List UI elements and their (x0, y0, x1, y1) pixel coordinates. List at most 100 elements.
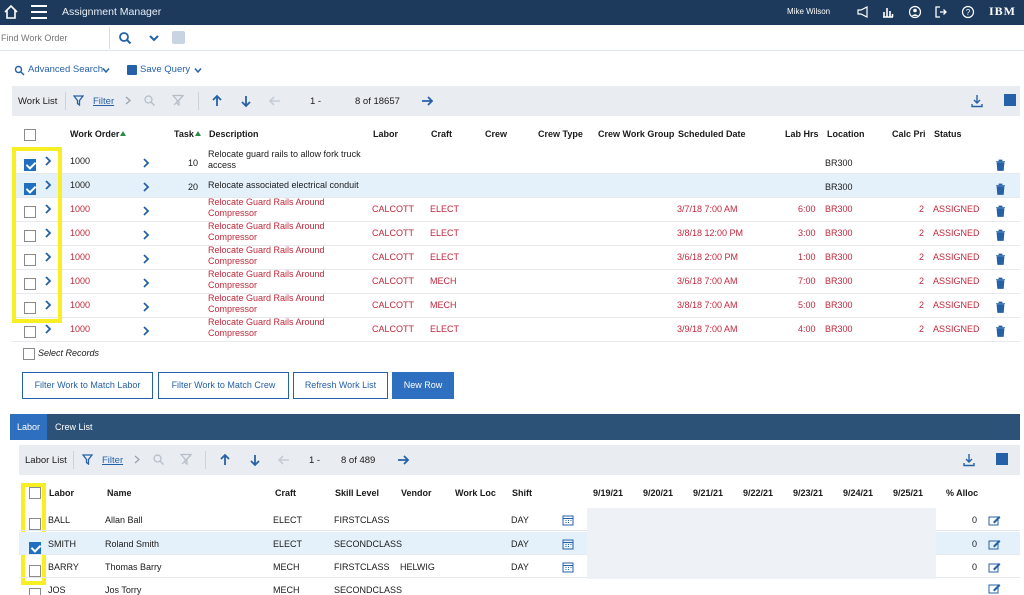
col-description[interactable]: Description (209, 129, 259, 139)
select-all-labor-checkbox[interactable] (29, 487, 41, 499)
col-location[interactable]: Location (827, 129, 865, 139)
edit-icon[interactable] (988, 561, 1001, 573)
table-row[interactable]: SMITH Roland Smith ELECT SECONDCLASS DAY 0 (19, 532, 1020, 556)
col-shift[interactable]: Shift (512, 488, 532, 498)
chevron-right-icon[interactable] (44, 324, 52, 334)
trash-icon[interactable] (995, 183, 1006, 195)
table-row[interactable]: BALL Allan Ball ELECT FIRSTCLASS DAY 0 (19, 508, 1020, 532)
col-labor[interactable]: Labor (373, 129, 398, 139)
col-work-loc[interactable]: Work Loc (455, 488, 496, 498)
download-icon[interactable] (970, 94, 984, 108)
table-row[interactable]: 1000 Relocate Guard Rails Around Compresso… (12, 317, 1020, 342)
trash-icon[interactable] (995, 205, 1006, 217)
col-name[interactable]: Name (107, 488, 132, 498)
col-calc-pri[interactable]: Calc Pri (892, 129, 926, 139)
new-row-button[interactable]: New Row (392, 372, 454, 399)
advanced-search-link[interactable]: Advanced Search (28, 64, 103, 75)
edit-icon[interactable] (988, 538, 1001, 550)
trash-icon[interactable] (995, 277, 1006, 289)
user-circle-icon[interactable] (908, 5, 922, 19)
table-row[interactable]: 1000 Relocate Guard Rails Around Compresso… (12, 221, 1020, 246)
col-crew-work-group[interactable]: Crew Work Group (598, 129, 674, 139)
find-work-order-input[interactable] (0, 27, 110, 49)
col-craft[interactable]: Craft (431, 129, 452, 139)
chevron-right-icon[interactable] (142, 302, 150, 312)
table-row[interactable]: 1000 20 Relocate associated electrical con… (12, 174, 1020, 198)
edit-icon[interactable] (988, 582, 1001, 594)
calendar-icon[interactable] (562, 514, 574, 526)
chevron-right-icon[interactable] (133, 455, 141, 464)
edit-icon[interactable] (988, 514, 1001, 526)
row-checkbox[interactable] (29, 518, 41, 530)
trash-icon[interactable] (995, 229, 1006, 241)
col-work-order[interactable]: Work Order (70, 129, 127, 139)
col-status[interactable]: Status (934, 129, 962, 139)
calendar-icon[interactable] (562, 538, 574, 550)
col-lab-hrs[interactable]: Lab Hrs (785, 129, 819, 139)
row-checkbox[interactable] (29, 565, 41, 577)
maximize-icon[interactable] (1004, 94, 1016, 106)
menu-icon[interactable] (31, 5, 47, 19)
chevron-right-icon[interactable] (142, 158, 150, 168)
user-name[interactable]: Mike Wilson (787, 7, 830, 16)
row-checkbox[interactable] (29, 542, 41, 554)
select-all-checkbox[interactable] (24, 129, 36, 141)
chevron-down-icon[interactable] (102, 67, 110, 74)
trash-icon[interactable] (995, 301, 1006, 313)
col-crew[interactable]: Crew (485, 129, 507, 139)
row-checkbox[interactable] (29, 588, 41, 595)
trash-icon[interactable] (995, 159, 1006, 171)
table-row[interactable]: JOS Jos Torry MECH SECONDCLASS (19, 578, 1020, 595)
bar-chart-icon[interactable] (881, 5, 895, 19)
save-query-link[interactable]: Save Query (140, 64, 190, 75)
filter-link[interactable]: Filter (93, 96, 114, 107)
refresh-work-list-button[interactable]: Refresh Work List (293, 372, 388, 399)
col-task[interactable]: Task (174, 129, 201, 139)
arrow-up-icon[interactable] (210, 94, 224, 108)
filter-icon[interactable] (73, 95, 84, 106)
table-row[interactable]: 1000 Relocate Guard Rails Around Compresso… (12, 269, 1020, 294)
chevron-right-icon[interactable] (142, 254, 150, 264)
chevron-right-icon[interactable] (142, 230, 150, 240)
tab-crew-list[interactable]: Crew List (48, 414, 100, 440)
chevron-down-icon[interactable] (147, 31, 161, 45)
trash-icon[interactable] (995, 325, 1006, 337)
filter-work-to-match-crew-button[interactable]: Filter Work to Match Crew (158, 372, 289, 399)
download-icon[interactable] (962, 453, 976, 467)
logout-icon[interactable] (934, 5, 948, 19)
col-scheduled-date[interactable]: Scheduled Date (678, 129, 746, 139)
chevron-down-icon[interactable] (194, 67, 202, 74)
arrow-down-icon[interactable] (248, 453, 262, 467)
table-row[interactable]: 1000 Relocate Guard Rails Around Compresso… (12, 245, 1020, 270)
trash-icon[interactable] (995, 253, 1006, 265)
chevron-right-icon[interactable] (142, 206, 150, 216)
arrow-right-icon[interactable] (420, 94, 434, 108)
filter-icon[interactable] (82, 454, 93, 465)
chevron-right-icon[interactable] (124, 96, 132, 105)
table-row[interactable]: BARRY Thomas Barry MECH FIRSTCLASS HELWIG DAY… (19, 555, 1020, 579)
search-icon[interactable] (118, 31, 132, 45)
arrow-down-icon[interactable] (239, 94, 253, 108)
tab-labor[interactable]: Labor (10, 414, 48, 440)
calendar-icon[interactable] (562, 561, 574, 573)
table-row[interactable]: 1000 Relocate Guard Rails Around Compresso… (12, 197, 1020, 222)
maximize-icon[interactable] (996, 453, 1008, 465)
arrow-up-icon[interactable] (218, 453, 232, 467)
filter-link[interactable]: Filter (102, 455, 123, 466)
col-vendor[interactable]: Vendor (401, 488, 432, 498)
chevron-right-icon[interactable] (142, 278, 150, 288)
table-row[interactable]: 1000 Relocate Guard Rails Around Compresso… (12, 293, 1020, 318)
col-craft[interactable]: Craft (275, 488, 296, 498)
select-records-checkbox[interactable] (23, 348, 35, 360)
filter-work-to-match-labor-button[interactable]: Filter Work to Match Labor (22, 372, 153, 399)
arrow-right-icon[interactable] (396, 453, 410, 467)
col-skill-level[interactable]: Skill Level (335, 488, 379, 498)
help-icon[interactable]: ? (961, 5, 975, 19)
row-checkbox[interactable] (24, 326, 36, 338)
megaphone-icon[interactable] (856, 5, 870, 19)
home-icon[interactable] (3, 4, 19, 20)
chevron-right-icon[interactable] (142, 182, 150, 192)
col-labor[interactable]: Labor (49, 488, 74, 498)
table-row[interactable]: 1000 10 Relocate guard rails to allow fork… (12, 149, 1020, 174)
col-crew-type[interactable]: Crew Type (538, 129, 583, 139)
